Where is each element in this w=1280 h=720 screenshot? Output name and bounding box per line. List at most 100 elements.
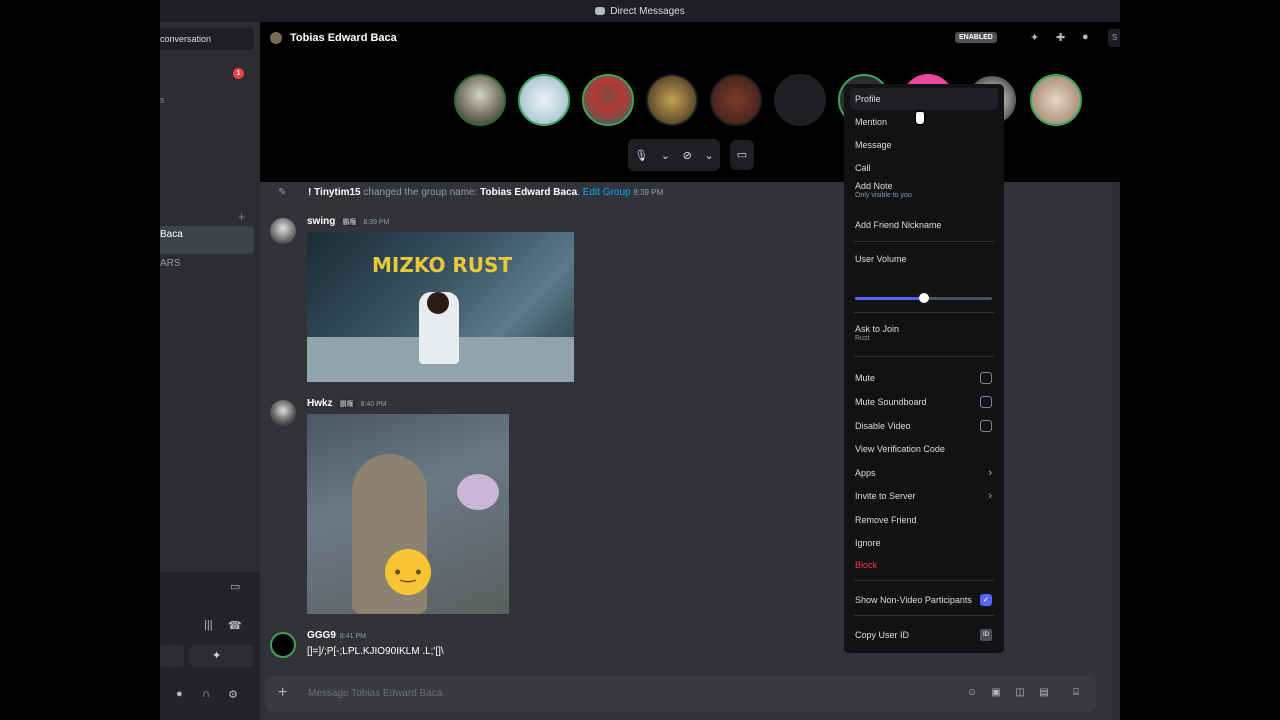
- user-context-menu: Profile Mention Message Call Add Note On…: [844, 84, 1004, 653]
- chevron-right-icon: ›: [988, 467, 992, 479]
- soundboard-icon[interactable]: |||: [204, 619, 213, 631]
- message-text: []=]/;P[-;LPL.KJIO90IKLM .L;'[]\: [307, 646, 444, 657]
- member-list-rail: [1112, 182, 1120, 720]
- raised-eyebrow-emoji: •‿•: [385, 549, 431, 595]
- channel-header: Tobias Edward Baca ENABLED ✦ ✚ ● S: [260, 22, 1120, 54]
- username[interactable]: swing: [307, 216, 335, 227]
- activity-button[interactable]: ✦: [190, 645, 254, 667]
- participant-avatar[interactable]: [518, 74, 570, 126]
- clan-tag[interactable]: 霸権: [336, 399, 357, 409]
- participant-avatar[interactable]: [774, 74, 826, 126]
- plus-icon[interactable]: +: [278, 685, 287, 701]
- avatar[interactable]: [270, 218, 296, 244]
- username[interactable]: GGG9: [307, 630, 336, 641]
- menu-item-disable-video[interactable]: Disable Video: [850, 415, 998, 437]
- participant-avatar[interactable]: [646, 74, 698, 126]
- menu-item-ignore[interactable]: Ignore: [850, 532, 998, 554]
- chevron-right-icon: ›: [988, 490, 992, 502]
- menu-item-add-friend-nickname[interactable]: Add Friend Nickname: [850, 214, 998, 236]
- screen-share-button[interactable]: ▭: [730, 140, 754, 170]
- menu-item-remove-friend[interactable]: Remove Friend: [850, 509, 998, 531]
- participant-avatar[interactable]: [582, 74, 634, 126]
- mic-icon[interactable]: ●: [176, 688, 183, 700]
- menu-item-user-volume: User Volume: [855, 254, 907, 264]
- menu-item-show-non-video[interactable]: Show Non-Video Participants ✓: [850, 589, 998, 611]
- menu-item-ask-to-join[interactable]: Ask to Join Rust: [850, 322, 998, 350]
- add-member-icon[interactable]: ✚: [1056, 31, 1065, 44]
- menu-item-mute-soundboard[interactable]: Mute Soundboard: [850, 391, 998, 413]
- gif-icon[interactable]: ▣: [990, 687, 1002, 699]
- menu-item-mute[interactable]: Mute: [850, 367, 998, 389]
- message-input[interactable]: Message Tobias Edward Baca: [308, 688, 442, 699]
- sidebar-label: s: [160, 95, 165, 105]
- create-dm-plus-icon[interactable]: +: [238, 210, 245, 224]
- volume-handle[interactable]: [918, 293, 929, 303]
- rocket-icon: ✦: [212, 650, 222, 662]
- sticker-icon[interactable]: ◫: [1014, 687, 1026, 699]
- avatar[interactable]: [270, 632, 296, 658]
- window-title: Direct Messages: [610, 5, 685, 17]
- gear-icon[interactable]: ⚙: [228, 688, 238, 701]
- search-input[interactable]: S: [1108, 29, 1120, 47]
- group-avatar: [270, 32, 282, 44]
- mic-icon[interactable]: 🎙: [634, 149, 648, 162]
- image-caption: MIZKO RUST: [372, 253, 513, 277]
- camera-off-icon[interactable]: ⊘: [683, 149, 692, 162]
- participant-avatar[interactable]: [1030, 74, 1082, 126]
- image-icon[interactable]: ▤: [1038, 687, 1050, 699]
- avatar[interactable]: [270, 400, 296, 426]
- copy-user-id-label: Copy User ID: [855, 630, 910, 640]
- menu-item-copy-user-id[interactable]: Copy User ID ID: [850, 624, 998, 646]
- menu-item-message[interactable]: Message: [850, 134, 998, 156]
- pin-icon[interactable]: ✦: [1030, 31, 1039, 44]
- show-non-video-checkbox[interactable]: ✓: [980, 594, 992, 606]
- find-conversation-button[interactable]: conversation: [160, 28, 254, 50]
- sidebar-item-dm[interactable]: ARS: [160, 258, 181, 269]
- menu-item-view-verification-code[interactable]: View Verification Code: [850, 438, 998, 460]
- disable-video-checkbox[interactable]: [980, 420, 992, 432]
- message-composer: + Message Tobias Edward Baca ☺ ▣ ◫ ▤ ⌸: [266, 676, 1096, 712]
- chevron-down-icon[interactable]: ⌄: [704, 149, 713, 162]
- menu-item-block[interactable]: Block: [850, 554, 998, 576]
- menu-separator: [854, 241, 994, 242]
- menu-item-invite-to-server[interactable]: Invite to Server ›: [850, 485, 998, 507]
- members-icon[interactable]: ●: [1082, 31, 1089, 43]
- mute-soundboard-checkbox[interactable]: [980, 396, 992, 408]
- video-button[interactable]: [160, 645, 184, 667]
- volume-fill: [855, 297, 924, 300]
- image-cat-bed: [457, 474, 499, 510]
- disconnect-icon[interactable]: ☎: [228, 619, 242, 632]
- ask-to-join-label: Ask to Join: [855, 324, 900, 334]
- gift-icon[interactable]: ⌸: [1070, 687, 1082, 699]
- screen-share-icon[interactable]: ▭: [230, 580, 240, 593]
- sidebar-item-active-dm[interactable]: Baca: [160, 226, 254, 254]
- app-window: Direct Messages conversation 1 s + Baca …: [160, 0, 1120, 720]
- menu-item-profile[interactable]: Profile: [850, 88, 998, 110]
- message-image[interactable]: •‿•: [307, 414, 509, 614]
- call-controls: 🎙 ⌄ ⊘ ⌄: [628, 139, 720, 171]
- headset-icon[interactable]: ∩: [202, 688, 210, 700]
- channel-title: Tobias Edward Baca: [290, 32, 397, 44]
- emoji-icon[interactable]: ☺: [966, 687, 978, 699]
- timestamp: 8:41 PM: [339, 633, 366, 640]
- disable-video-label: Disable Video: [855, 421, 911, 431]
- participant-avatar[interactable]: [454, 74, 506, 126]
- clan-tag[interactable]: 霸権: [339, 217, 360, 227]
- apps-label: Apps: [855, 468, 876, 478]
- chevron-down-icon[interactable]: ⌄: [661, 149, 670, 162]
- menu-item-apps[interactable]: Apps ›: [850, 462, 998, 484]
- dm-sidebar: conversation 1 s + Baca ARS ▭ ||| ☎ ✦ ● …: [160, 22, 260, 720]
- menu-separator: [854, 312, 994, 313]
- user-volume-slider[interactable]: [855, 293, 992, 303]
- menu-item-add-note[interactable]: Add Note Only visible to you: [850, 179, 998, 205]
- mouse-cursor-icon: [915, 111, 925, 125]
- message-header: swing 霸権 8:39 PM: [307, 216, 389, 227]
- participant-avatar[interactable]: [710, 74, 762, 126]
- mute-label: Mute: [855, 373, 876, 383]
- system-user[interactable]: ! Tinytim15: [308, 187, 361, 198]
- menu-item-call[interactable]: Call: [850, 157, 998, 179]
- mute-checkbox[interactable]: [980, 372, 992, 384]
- edit-group-link[interactable]: Edit Group: [583, 187, 631, 198]
- username[interactable]: Hwkz: [307, 398, 333, 409]
- message-image[interactable]: MIZKO RUST: [307, 232, 574, 382]
